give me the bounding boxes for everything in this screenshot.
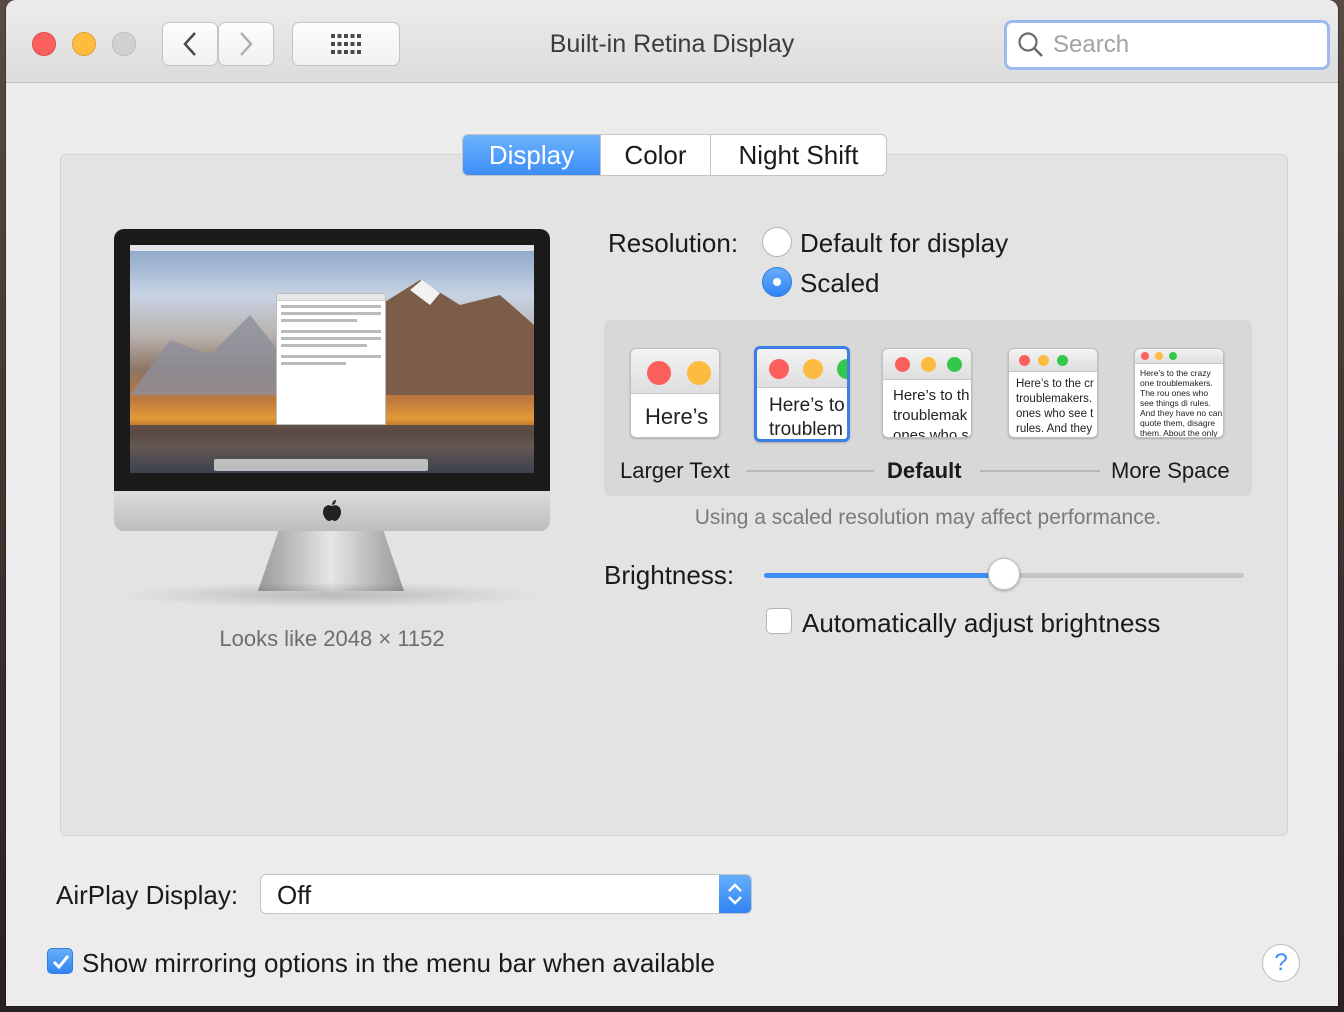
search-icon xyxy=(1018,32,1043,57)
scale-option-text: Here’s to th troublemak ones who s xyxy=(893,387,970,438)
scale-option-2[interactable]: Here’s to troublem xyxy=(754,346,850,442)
tab-color[interactable]: Color xyxy=(600,135,710,175)
scale-divider-left xyxy=(746,470,874,472)
brightness-slider-knob[interactable] xyxy=(988,558,1020,590)
resolution-label: Resolution: xyxy=(608,228,739,258)
larger-text-label: Larger Text xyxy=(620,458,730,483)
airplay-select-value: Off xyxy=(277,880,312,910)
default-label: Default xyxy=(887,458,962,483)
radio-scaled-label[interactable]: Scaled xyxy=(800,268,880,299)
tab-bar: Display Color Night Shift xyxy=(462,134,887,176)
scale-option-larger-text[interactable]: Here’s xyxy=(630,348,720,438)
airplay-label: AirPlay Display: xyxy=(56,880,239,910)
dock-preview xyxy=(214,459,428,471)
mirroring-label[interactable]: Show mirroring options in the menu bar w… xyxy=(82,948,715,979)
system-preferences-window: Built-in Retina Display Search Display C… xyxy=(6,0,1338,1006)
auto-brightness-checkbox[interactable] xyxy=(766,608,792,634)
apple-logo-icon xyxy=(323,500,341,521)
scale-option-more-space[interactable]: Here’s to the crazy one troublemakers. T… xyxy=(1134,348,1224,438)
scale-option-text: Here’s to the cr troublemakers. ones who… xyxy=(1016,378,1094,435)
scale-option-4[interactable]: Here’s to the cr troublemakers. ones who… xyxy=(1008,348,1098,438)
updown-arrows-icon xyxy=(719,875,751,913)
auto-brightness-label[interactable]: Automatically adjust brightness xyxy=(802,608,1160,639)
mirroring-checkbox[interactable] xyxy=(47,948,73,974)
scale-divider-right xyxy=(980,470,1100,472)
help-button[interactable]: ? xyxy=(1262,944,1300,982)
wallpaper-image xyxy=(130,245,534,473)
tab-night-shift[interactable]: Night Shift xyxy=(710,135,886,175)
monitor-shadow xyxy=(116,582,546,608)
scale-option-default[interactable]: Here’s to th troublemak ones who s xyxy=(882,348,972,438)
scale-option-text: Here’s xyxy=(645,404,709,429)
checkmark-icon xyxy=(52,955,70,970)
monitor-chin xyxy=(114,491,550,531)
resolution-preview-label: Looks like 2048 × 1152 xyxy=(219,626,445,651)
search-field[interactable]: Search xyxy=(1004,20,1330,70)
scale-option-text: Here’s to the crazy one troublemakers. T… xyxy=(1140,368,1223,438)
radio-default-for-display-label[interactable]: Default for display xyxy=(800,228,1008,259)
brightness-label: Brightness: xyxy=(604,560,735,590)
search-placeholder: Search xyxy=(1053,31,1130,58)
more-space-label: More Space xyxy=(1111,458,1230,483)
textedit-window-preview xyxy=(276,293,386,425)
airplay-select[interactable]: Off xyxy=(260,874,752,914)
performance-note: Using a scaled resolution may affect per… xyxy=(694,506,1162,529)
brightness-slider-fill xyxy=(764,573,1004,578)
radio-scaled[interactable] xyxy=(762,267,792,297)
title-bar: Built-in Retina Display Search xyxy=(6,0,1338,83)
scale-option-text: Here’s to troublem xyxy=(769,395,845,440)
tab-display[interactable]: Display xyxy=(463,135,600,175)
monitor-preview xyxy=(114,229,550,491)
radio-default-for-display[interactable] xyxy=(762,227,792,257)
